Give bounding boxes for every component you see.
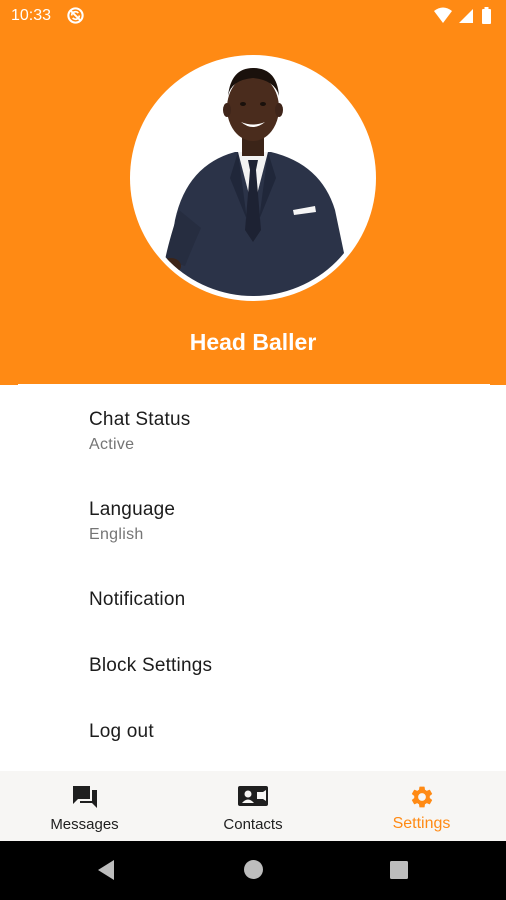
setting-language[interactable] xyxy=(0,482,506,564)
recents-icon[interactable] xyxy=(389,860,409,880)
header-divider xyxy=(18,384,490,386)
setting-title: Log out xyxy=(89,721,154,742)
nav-label: Settings xyxy=(392,815,451,832)
setting-log-out[interactable] xyxy=(0,704,506,764)
gear-icon xyxy=(411,786,432,808)
nav-contacts[interactable]: Contacts xyxy=(169,771,337,841)
wifi-icon xyxy=(434,7,452,23)
setting-title: Language xyxy=(89,499,176,520)
forum-icon xyxy=(72,786,97,808)
profile-name: Head Baller xyxy=(189,329,317,355)
nav-messages[interactable]: Messages xyxy=(0,771,169,841)
setting-subtitle: Active xyxy=(89,436,135,453)
status-time: 10:33 xyxy=(11,7,52,24)
contact-card-icon xyxy=(238,786,268,806)
setting-block-settings[interactable] xyxy=(0,638,506,696)
nav-settings[interactable]: Settings xyxy=(337,771,506,841)
avatar[interactable] xyxy=(135,60,371,296)
sync-disabled-icon xyxy=(67,7,84,24)
nav-label: Contacts xyxy=(223,816,283,833)
setting-notification[interactable] xyxy=(0,572,506,630)
battery-icon xyxy=(482,7,491,24)
setting-title: Block Settings xyxy=(89,655,213,676)
setting-title: Notification xyxy=(89,589,186,610)
cell-signal-icon xyxy=(459,9,473,23)
profile-photo xyxy=(135,60,371,296)
back-icon[interactable] xyxy=(96,859,116,881)
setting-chat-status[interactable] xyxy=(0,392,506,474)
status-bar: 10:33 xyxy=(0,0,506,32)
status-icons xyxy=(434,7,491,24)
nav-label: Messages xyxy=(50,816,119,833)
setting-subtitle: English xyxy=(89,526,144,543)
setting-title: Chat Status xyxy=(89,409,191,430)
system-nav-bar xyxy=(0,841,506,900)
home-icon[interactable] xyxy=(243,859,264,880)
bottom-nav: Messages Contacts Settings xyxy=(0,771,506,841)
